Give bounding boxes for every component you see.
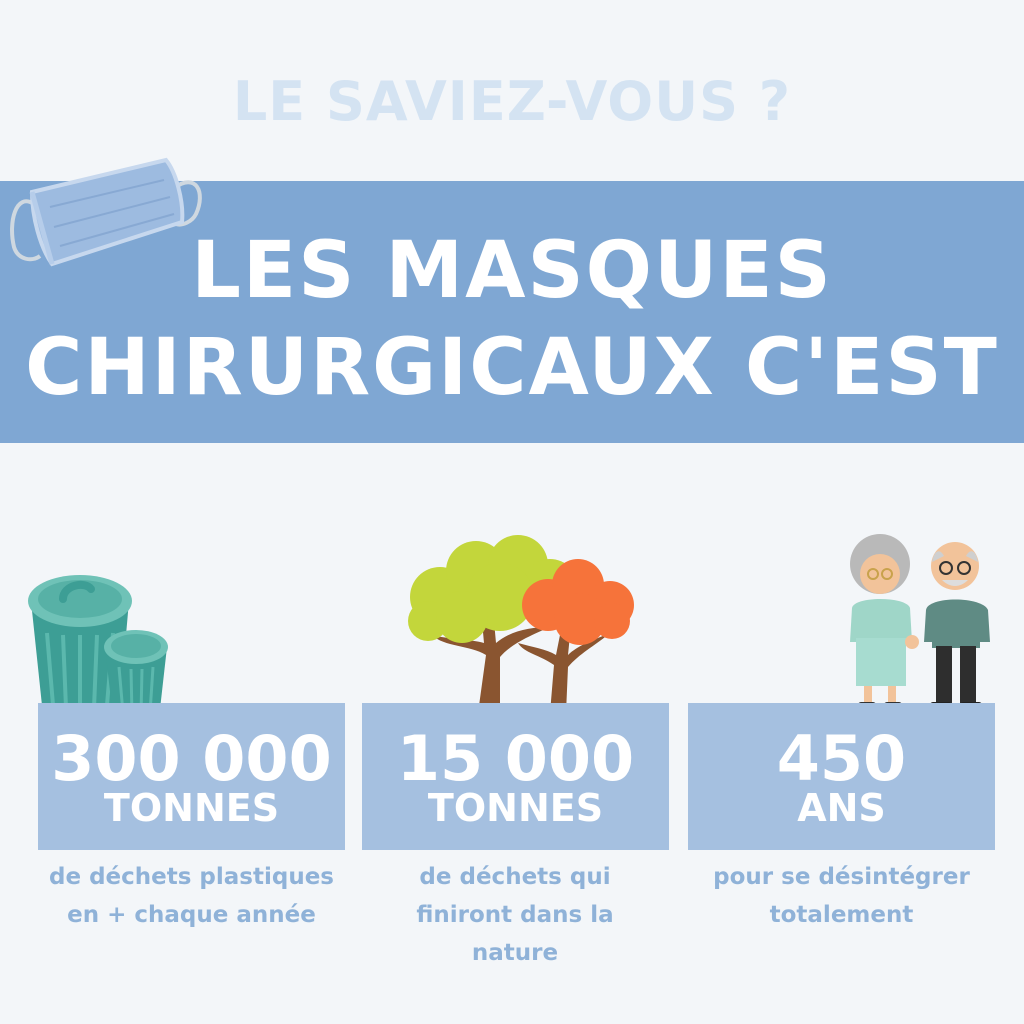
stat-value: 15 000 — [396, 722, 635, 795]
stat-unit: TONNES — [103, 786, 280, 830]
caption-line: de déchets qui — [419, 864, 611, 890]
stat-box-nature: 15 000 TONNES — [362, 703, 669, 850]
caption-line: nature — [471, 940, 559, 966]
trash-can-icon — [28, 575, 168, 718]
caption-line: totalement — [769, 902, 914, 928]
stat-caption-plastic: de déchets plastiques en + chaque année — [28, 858, 355, 934]
stat-caption-years: pour se désintégrer totalement — [690, 858, 993, 934]
stat-caption-nature: de déchets qui finiront dans la nature — [380, 858, 650, 972]
elderly-couple-icon — [850, 534, 990, 712]
stat-value: 450 — [776, 722, 907, 795]
title-line-1: LES MASQUES — [191, 226, 833, 316]
stat-unit: ANS — [797, 786, 886, 830]
trees-icon — [408, 535, 634, 713]
caption-line: en + chaque année — [67, 902, 316, 928]
stat-unit: TONNES — [427, 786, 604, 830]
stat-box-plastic: 300 000 TONNES — [38, 703, 345, 850]
kicker-heading: LE SAVIEZ-VOUS ? — [232, 70, 792, 133]
title-line-2: CHIRURGICAUX C'EST — [25, 323, 999, 413]
caption-line: pour se désintégrer — [713, 864, 970, 890]
caption-line: de déchets plastiques — [49, 864, 334, 890]
caption-line: finiront dans la — [416, 902, 614, 928]
stat-value: 300 000 — [51, 722, 332, 795]
stat-box-years: 450 ANS — [688, 703, 995, 850]
